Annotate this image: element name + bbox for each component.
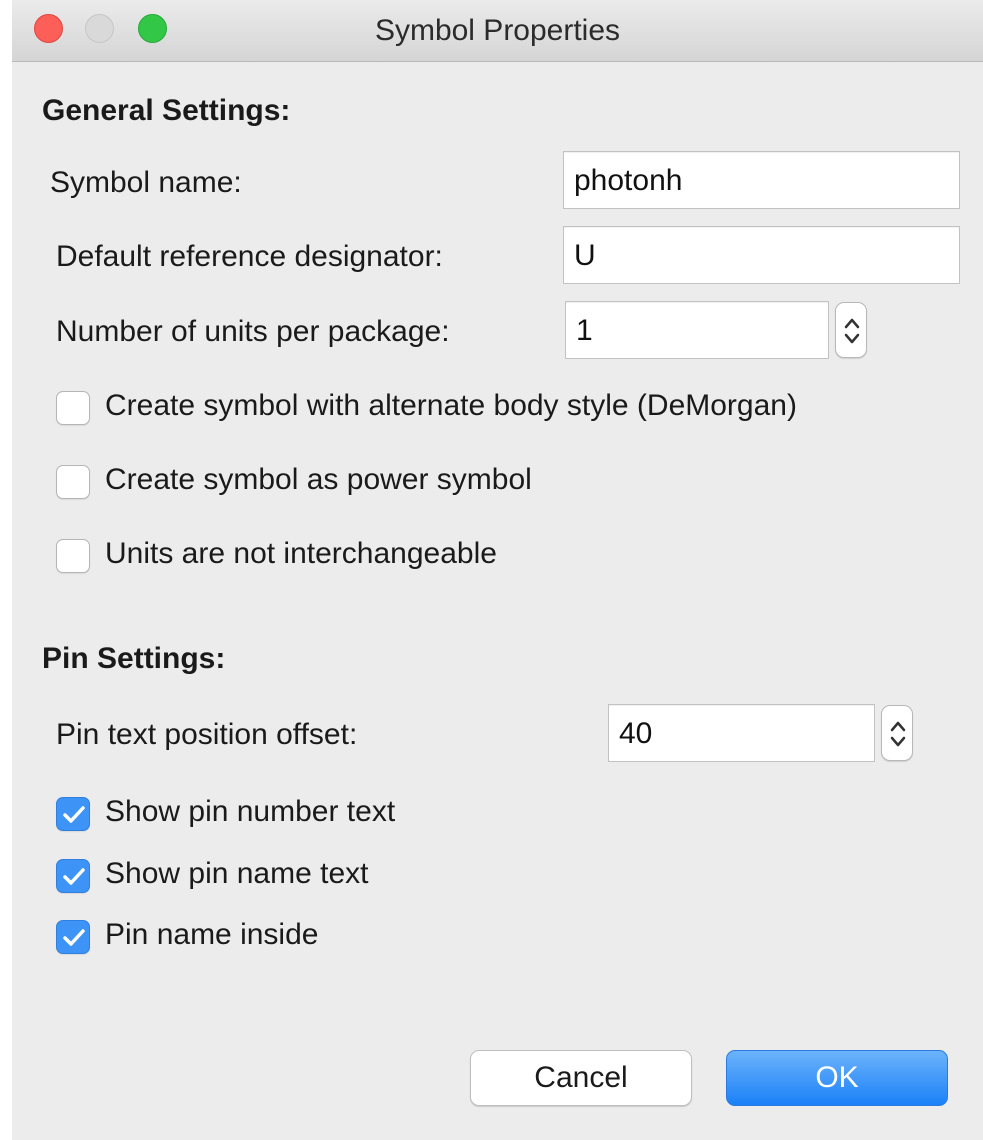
checkmark-icon bbox=[63, 929, 85, 946]
ok-button[interactable]: OK bbox=[726, 1050, 948, 1106]
pin-name-inside-checkbox-label: Pin name inside bbox=[105, 918, 319, 951]
checkmark-icon bbox=[63, 806, 85, 823]
window-title: Symbol Properties bbox=[374, 14, 621, 47]
units-interchangeable-checkbox-label: Units are not interchangeable bbox=[105, 537, 497, 570]
pin-text-offset-stepper[interactable] bbox=[881, 705, 913, 761]
reference-designator-label: Default reference designator: bbox=[56, 240, 443, 273]
show-pin-number-checkbox[interactable] bbox=[56, 797, 90, 831]
pin-text-offset-label: Pin text position offset: bbox=[56, 718, 358, 751]
show-pin-name-checkbox[interactable] bbox=[56, 859, 90, 893]
pin-name-inside-checkbox[interactable] bbox=[56, 920, 90, 954]
demorgan-checkbox[interactable] bbox=[56, 391, 90, 425]
general-settings-heading: General Settings: bbox=[42, 94, 291, 127]
units-per-package-label: Number of units per package: bbox=[56, 315, 450, 348]
pin-settings-heading: Pin Settings: bbox=[42, 642, 226, 675]
units-per-package-stepper[interactable] bbox=[835, 302, 867, 358]
title-bar[interactable]: Symbol Properties bbox=[12, 0, 983, 62]
cancel-button[interactable]: Cancel bbox=[470, 1050, 692, 1106]
symbol-name-input[interactable]: photonh bbox=[563, 151, 960, 209]
symbol-properties-dialog: Symbol Properties General Settings: Symb… bbox=[12, 0, 983, 1140]
pin-text-offset-input[interactable]: 40 bbox=[608, 704, 875, 762]
show-pin-number-checkbox-label: Show pin number text bbox=[105, 795, 396, 828]
units-interchangeable-checkbox[interactable] bbox=[56, 539, 90, 573]
demorgan-checkbox-label: Create symbol with alternate body style … bbox=[105, 389, 797, 422]
power-symbol-checkbox-label: Create symbol as power symbol bbox=[105, 463, 532, 496]
units-per-package-input[interactable]: 1 bbox=[565, 301, 829, 359]
power-symbol-checkbox[interactable] bbox=[56, 465, 90, 499]
reference-designator-input[interactable]: U bbox=[563, 226, 960, 284]
symbol-name-label: Symbol name: bbox=[50, 166, 242, 199]
show-pin-name-checkbox-label: Show pin name text bbox=[105, 857, 369, 890]
checkmark-icon bbox=[63, 868, 85, 885]
